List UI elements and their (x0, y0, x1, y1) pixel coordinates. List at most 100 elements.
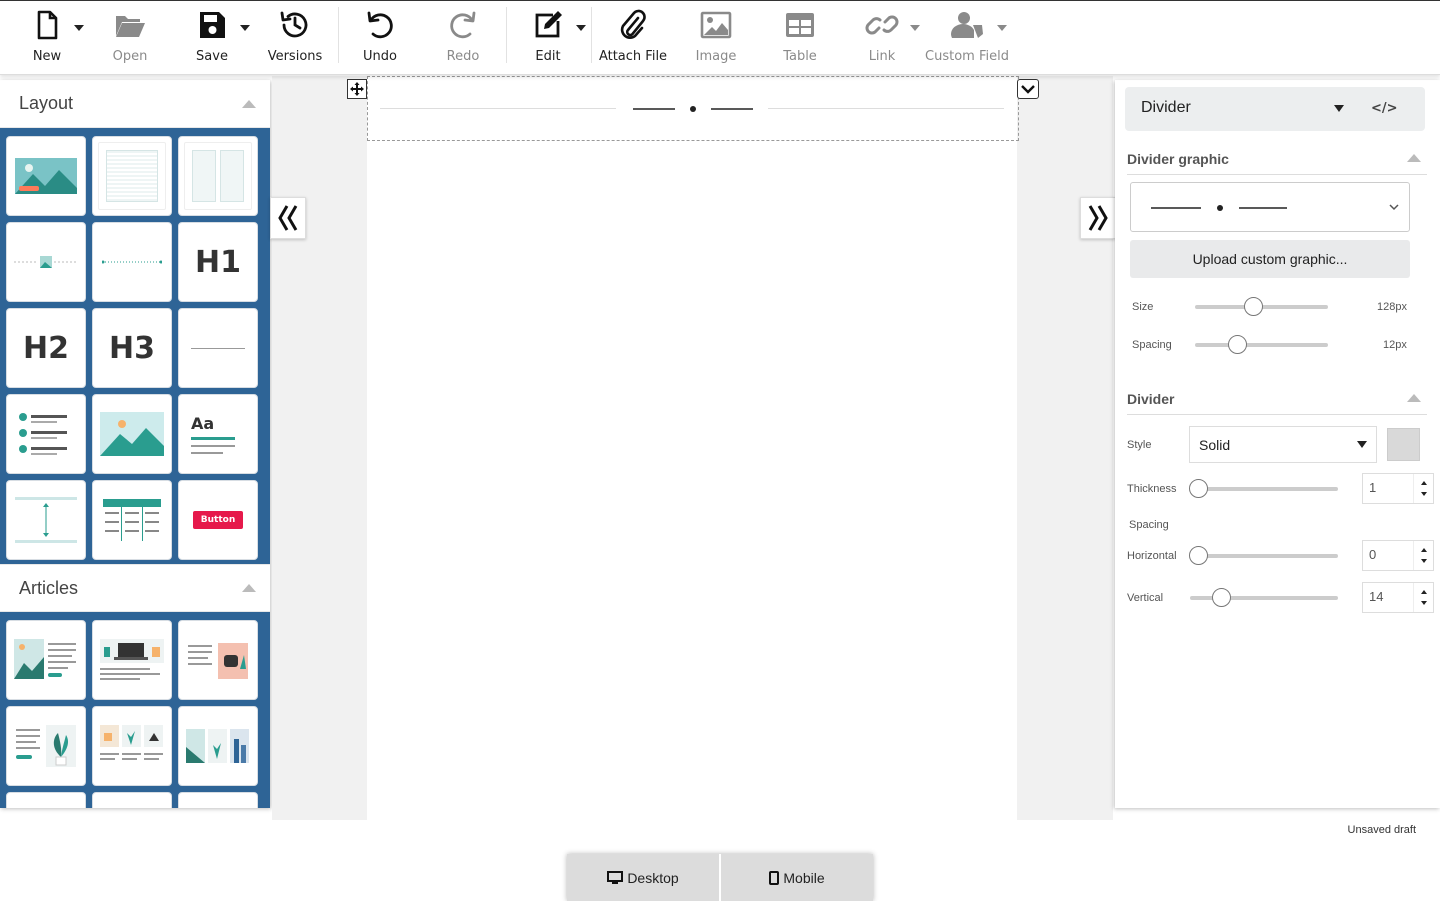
article-tile-gallery[interactable] (178, 706, 258, 786)
desktop-view-button[interactable]: Desktop (567, 854, 721, 901)
new-label: New (32, 49, 62, 64)
redo-button[interactable]: Redo (443, 7, 483, 67)
edit-dropdown-caret[interactable] (576, 25, 586, 31)
article-tile-laptop[interactable] (92, 620, 172, 700)
edit-button[interactable]: Edit (528, 7, 568, 67)
new-button[interactable]: New (28, 7, 66, 67)
layout-tile-h2[interactable]: H2 (6, 308, 86, 388)
move-handle-icon[interactable] (347, 79, 367, 99)
vertical-stepper[interactable] (1413, 583, 1433, 612)
layout-tile-horizontal-rule[interactable] (178, 308, 258, 388)
layout-tile-image-banner[interactable] (6, 136, 86, 216)
versions-button[interactable]: Versions (266, 7, 324, 67)
divider-graphic-section-header[interactable]: Divider graphic (1127, 151, 1427, 175)
spin-down-icon[interactable] (1421, 601, 1427, 605)
article-tile-plant[interactable] (6, 706, 86, 786)
divider-graphic-select[interactable] (1130, 182, 1410, 232)
size-slider-knob[interactable] (1244, 297, 1264, 316)
horizontal-slider-knob[interactable] (1189, 546, 1208, 565)
collapse-arrow-icon[interactable] (242, 584, 256, 592)
thickness-stepper[interactable] (1413, 474, 1433, 503)
layout-tile-image[interactable] (92, 394, 172, 474)
layout-tile-h1[interactable]: H1 (178, 222, 258, 302)
layout-tile-checklist[interactable] (6, 394, 86, 474)
layout-tile-divider-line[interactable] (92, 222, 172, 302)
horizontal-label: Horizontal (1127, 550, 1177, 562)
custom-field-dropdown-caret[interactable] (997, 25, 1007, 31)
articles-section-header[interactable]: Articles (0, 564, 270, 612)
vertical-input-value: 14 (1369, 589, 1384, 604)
image-button[interactable]: Image (694, 7, 738, 67)
spin-down-icon[interactable] (1421, 559, 1427, 563)
double-chevron-left-icon (278, 205, 298, 231)
open-button[interactable]: Open (108, 7, 152, 67)
article-tile-image-left[interactable] (6, 620, 86, 700)
article-tile-three-images[interactable] (92, 706, 172, 786)
spin-up-icon[interactable] (1421, 548, 1427, 552)
layout-tile-button[interactable]: Button (178, 480, 258, 560)
thickness-input[interactable]: 1 (1362, 473, 1434, 504)
vertical-slider[interactable] (1190, 588, 1338, 607)
article-tile-more[interactable] (6, 792, 86, 808)
layout-tile-table[interactable] (92, 480, 172, 560)
collapse-left-panel-button[interactable] (270, 197, 306, 239)
article-image-left-icon (14, 639, 76, 679)
divider-graphic (633, 106, 753, 112)
undo-button[interactable]: Undo (360, 7, 400, 67)
code-view-icon[interactable]: </> (1371, 101, 1398, 116)
article-tile-chair[interactable] (178, 620, 258, 700)
spin-down-icon[interactable] (1421, 492, 1427, 496)
layout-tile-spacer[interactable] (6, 480, 86, 560)
vertical-slider-knob[interactable] (1212, 588, 1231, 607)
layout-section-header[interactable]: Layout (0, 80, 270, 128)
horizontal-slider[interactable] (1189, 546, 1338, 565)
table-button[interactable]: Table (778, 7, 822, 67)
article-tile-more[interactable] (178, 792, 258, 808)
dotted-divider-icon (102, 260, 162, 264)
link-button[interactable]: Link (862, 7, 902, 67)
save-button[interactable]: Save (192, 7, 232, 67)
custom-field-button[interactable]: Custom Field (925, 7, 1009, 67)
link-dropdown-caret[interactable] (910, 25, 920, 31)
collapse-right-panel-button[interactable] (1080, 197, 1116, 239)
upload-custom-graphic-button[interactable]: Upload custom graphic... (1130, 240, 1410, 278)
article-tile-more[interactable] (92, 792, 172, 808)
size-slider[interactable] (1195, 297, 1328, 316)
new-dropdown-caret[interactable] (74, 25, 84, 31)
link-label: Link (868, 49, 896, 64)
horizontal-stepper[interactable] (1413, 541, 1433, 570)
collapse-arrow-icon[interactable] (1407, 154, 1421, 162)
style-select[interactable]: Solid (1189, 426, 1377, 463)
divider-block[interactable] (367, 76, 1019, 141)
vertical-input[interactable]: 14 (1362, 582, 1434, 613)
article-tiles-grid (0, 612, 270, 808)
attach-file-button[interactable]: Attach File (599, 7, 667, 67)
edit-label: Edit (535, 49, 561, 64)
save-dropdown-caret[interactable] (240, 25, 250, 31)
layout-tile-single-column[interactable] (92, 136, 172, 216)
collapse-arrow-icon[interactable] (1407, 394, 1421, 402)
style-color-swatch[interactable] (1387, 428, 1420, 461)
spin-up-icon[interactable] (1421, 481, 1427, 485)
articles-section-title: Articles (19, 577, 79, 598)
layout-tile-h3[interactable]: H3 (92, 308, 172, 388)
thickness-slider[interactable] (1189, 479, 1338, 498)
spacing-slider-knob[interactable] (1228, 335, 1248, 354)
spacing-slider[interactable] (1195, 335, 1328, 354)
text-line-icon (191, 445, 235, 447)
layout-tile-divider-image[interactable] (6, 222, 86, 302)
horizontal-rule-icon (191, 347, 245, 349)
spin-up-icon[interactable] (1421, 590, 1427, 594)
layout-tile-text[interactable]: Aa (178, 394, 258, 474)
divider-section-header[interactable]: Divider (1127, 391, 1427, 415)
mobile-view-button[interactable]: Mobile (721, 854, 873, 901)
horizontal-input[interactable]: 0 (1362, 540, 1434, 571)
layout-tile-two-columns[interactable] (178, 136, 258, 216)
email-page[interactable] (347, 76, 1039, 820)
block-type-dropdown-icon[interactable] (1334, 105, 1344, 112)
collapse-arrow-icon[interactable] (242, 99, 256, 108)
article-laptop-icon (100, 639, 164, 680)
thickness-slider-knob[interactable] (1189, 479, 1208, 498)
block-options-chevron-icon[interactable] (1017, 79, 1039, 99)
block-type-selector[interactable]: Divider </> (1125, 87, 1425, 131)
